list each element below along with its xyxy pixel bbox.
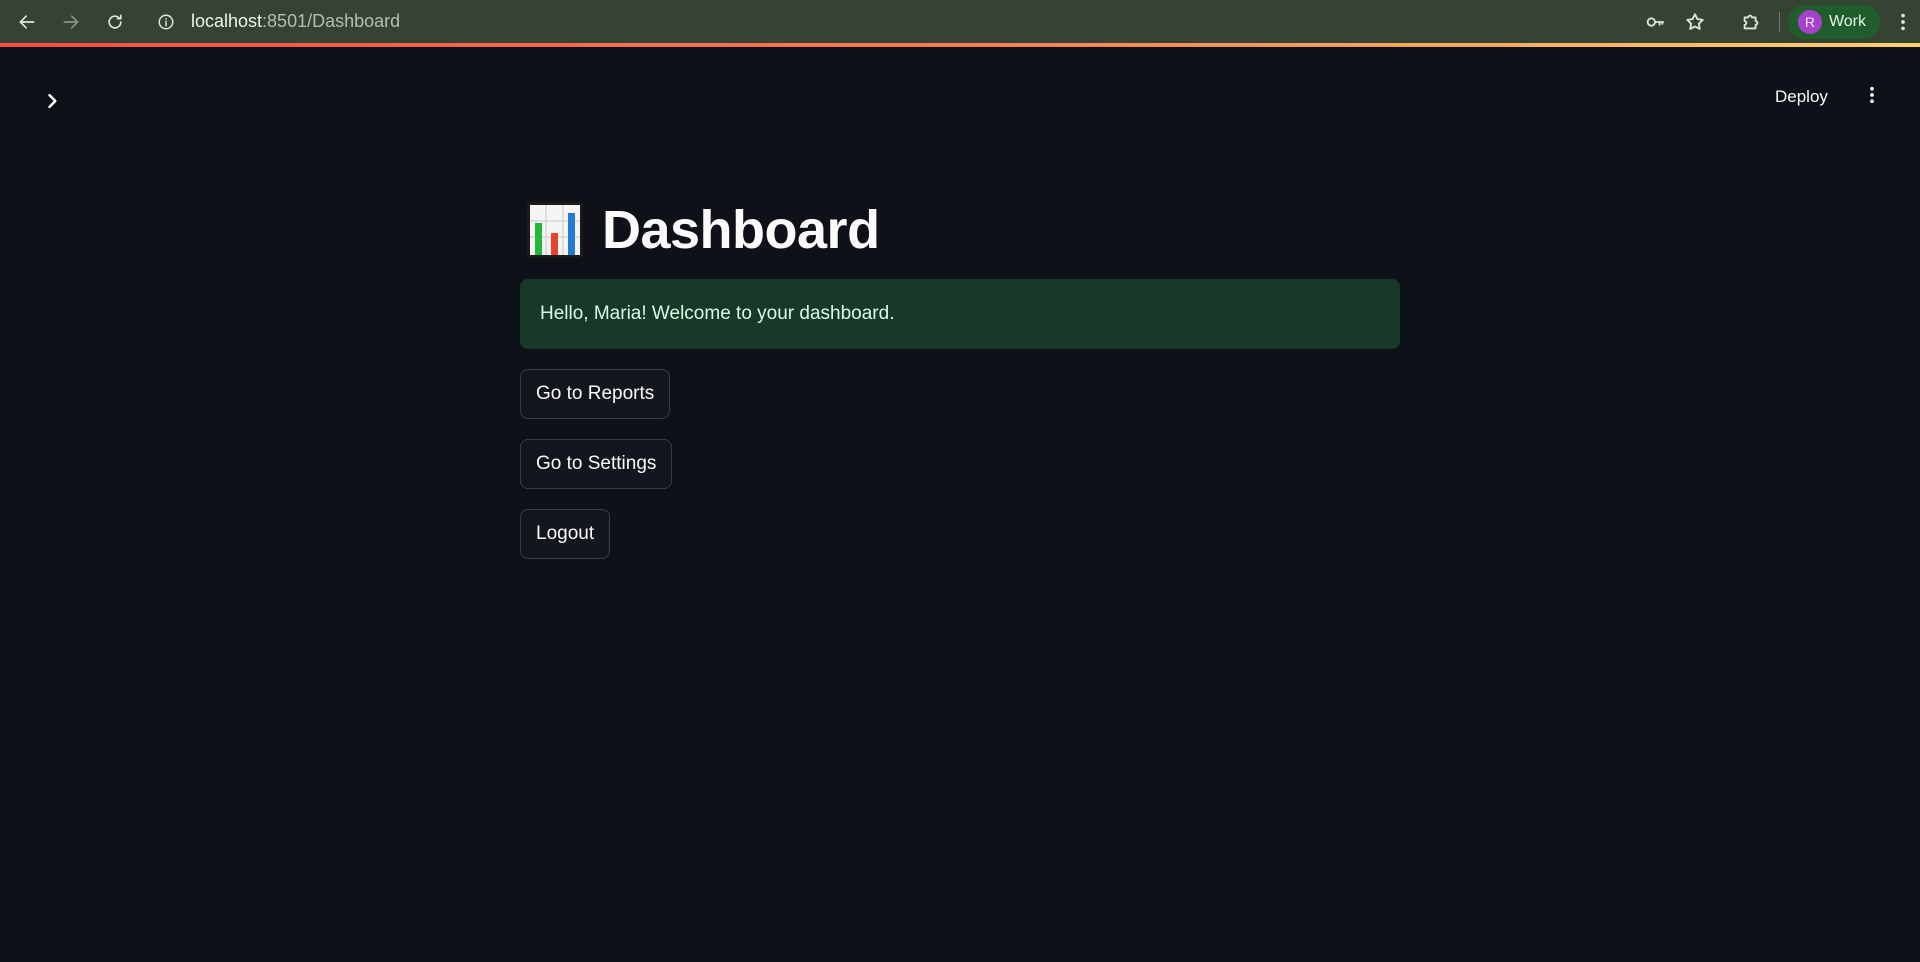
kebab-menu-icon bbox=[1901, 13, 1905, 30]
success-message: Hello, Maria! Welcome to your dashboard. bbox=[540, 303, 895, 324]
extensions-icon bbox=[1743, 14, 1759, 29]
url-host: localhost bbox=[191, 11, 263, 31]
back-icon bbox=[19, 14, 35, 29]
go-to-settings-button[interactable]: Go to Settings bbox=[520, 439, 673, 489]
back-button[interactable] bbox=[5, 0, 49, 43]
profile-button[interactable]: R Work bbox=[1787, 4, 1880, 39]
toolbar-separator bbox=[1778, 11, 1780, 32]
browser-menu-button[interactable] bbox=[1886, 0, 1920, 43]
reload-button[interactable] bbox=[93, 0, 137, 43]
main-menu-button[interactable] bbox=[1860, 83, 1884, 107]
reload-icon bbox=[108, 14, 122, 29]
forward-button[interactable] bbox=[49, 0, 93, 43]
profile-label: Work bbox=[1828, 12, 1866, 30]
info-icon[interactable] bbox=[157, 13, 175, 31]
forward-icon bbox=[63, 14, 79, 29]
url-path: :8501/Dashboard bbox=[262, 11, 401, 31]
address-bar[interactable]: localhost:8501/Dashboard bbox=[149, 5, 1569, 39]
kebab-menu-icon bbox=[1870, 86, 1874, 104]
logout-button[interactable]: Logout bbox=[520, 509, 611, 559]
key-icon bbox=[1646, 16, 1665, 27]
password-key-button[interactable] bbox=[1635, 0, 1675, 43]
main-content: Dashboard Hello, Maria! Welcome to your … bbox=[520, 197, 1400, 559]
chevron-right-icon bbox=[48, 93, 57, 109]
bar-chart-emoji-icon bbox=[527, 202, 583, 258]
avatar: R bbox=[1797, 9, 1822, 34]
title-row: Dashboard bbox=[520, 197, 1400, 263]
star-icon bbox=[1686, 12, 1704, 30]
success-alert: Hello, Maria! Welcome to your dashboard. bbox=[520, 279, 1400, 349]
go-to-reports-button[interactable]: Go to Reports bbox=[520, 369, 671, 419]
sidebar-expand-button[interactable] bbox=[40, 89, 64, 113]
extensions-button[interactable] bbox=[1731, 0, 1771, 43]
deploy-button[interactable]: Deploy bbox=[1775, 85, 1828, 109]
page-title: Dashboard bbox=[602, 200, 880, 260]
bookmark-star-button[interactable] bbox=[1675, 0, 1715, 43]
browser-toolbar: localhost:8501/Dashboard R Work bbox=[0, 0, 1920, 43]
app-view: Deploy Dashboard Hello, Maria! Welcome t… bbox=[0, 47, 1920, 962]
